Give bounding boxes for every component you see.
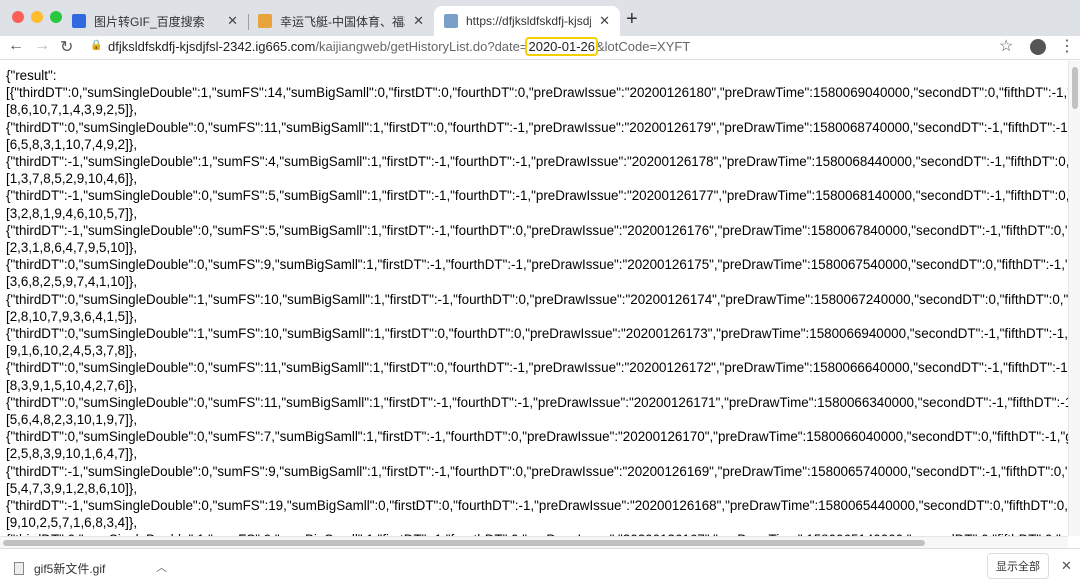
json-record-line: {"thirdDT":0,"sumSingleDouble":0,"sumFS"…: [6, 429, 1068, 445]
url-path: /kaijiangweb/getHistoryList.do?date=: [315, 39, 528, 54]
close-tab-icon[interactable]: ✕: [599, 13, 610, 29]
json-record-line: {"thirdDT":0,"sumSingleDouble":0,"sumFS"…: [6, 394, 1068, 410]
vertical-scrollbar[interactable]: [1068, 61, 1080, 536]
download-item[interactable]: gif5新文件.gif: [14, 560, 105, 577]
json-record-code: [5,6,4,8,2,3,10,1,9,7]},: [6, 412, 138, 428]
close-tab-icon[interactable]: ✕: [227, 13, 238, 29]
tab-title: https://dfjksldfskdfj-kjsdjfsl-23: [466, 14, 591, 28]
tab-title: 图片转GIF_百度搜索: [94, 14, 205, 29]
json-record-line: {"thirdDT":-1,"sumSingleDouble":0,"sumFS…: [6, 188, 1068, 204]
json-record-code: [1,3,7,8,5,2,9,10,4,6]},: [6, 171, 138, 187]
json-record-line: {"thirdDT":0,"sumSingleDouble":1,"sumFS"…: [6, 326, 1068, 342]
chevron-up-icon[interactable]: ︿: [156, 559, 167, 575]
json-record-code: [6,5,8,3,1,10,7,4,9,2]},: [6, 136, 138, 152]
tab-bar: 图片转GIF_百度搜索 ✕ 幸运飞艇-中国体育、福利彩票、 ✕ https://…: [0, 0, 1080, 36]
json-record-code: [3,6,8,2,5,9,7,4,1,10]},: [6, 274, 138, 290]
bookmark-star-icon[interactable]: ☆: [999, 36, 1013, 56]
json-record-code: [9,1,6,10,2,4,5,3,7,8]},: [6, 343, 138, 359]
json-record-line: {"thirdDT":0,"sumSingleDouble":0,"sumFS"…: [6, 257, 1068, 273]
json-record-line: {"thirdDT":0,"sumSingleDouble":1,"sumFS"…: [6, 291, 1068, 307]
back-arrow-icon[interactable]: ←: [8, 37, 24, 55]
page-icon: [444, 14, 458, 28]
json-record-code: [8,6,10,7,1,4,3,9,2,5]},: [6, 102, 138, 118]
horizontal-scroll-thumb[interactable]: [3, 540, 925, 546]
download-filename: gif5新文件.gif: [34, 562, 106, 576]
horizontal-scrollbar[interactable]: [0, 536, 1068, 548]
file-icon: [14, 562, 24, 575]
json-record-code: [2,3,1,8,6,4,7,9,5,10]},: [6, 240, 138, 256]
url-query: &lotCode=XYFT: [595, 39, 691, 54]
toolbar: ← → ↻ 🔒 dfjksldfskdfj-kjsdjfsl-2342.ig66…: [0, 36, 1080, 60]
maximize-window-button[interactable]: [50, 11, 62, 23]
json-record-line: [{"thirdDT":0,"sumSingleDouble":1,"sumFS…: [6, 85, 1068, 101]
json-record-code: [2,8,10,7,9,3,6,4,1,5]},: [6, 308, 138, 324]
json-record-code: [3,2,8,1,9,4,6,10,5,7]},: [6, 205, 138, 221]
show-all-button[interactable]: 显示全部: [987, 553, 1049, 579]
json-record-line: {"thirdDT":-1,"sumSingleDouble":0,"sumFS…: [6, 498, 1068, 514]
json-record-code: [2,5,8,3,9,10,1,6,4,7]},: [6, 446, 138, 462]
lock-icon: 🔒: [90, 40, 103, 51]
more-menu-icon[interactable]: ⋮: [1059, 36, 1075, 56]
json-record-line: {"thirdDT":-1,"sumSingleDouble":0,"sumFS…: [6, 463, 1068, 479]
json-head: {"result":: [6, 68, 57, 83]
vertical-scroll-thumb[interactable]: [1072, 67, 1078, 109]
url-date-highlight: 2020-01-26: [525, 37, 598, 56]
tab-history-list[interactable]: https://dfjksldfskdfj-kjsdjfsl-23 ✕: [434, 6, 620, 36]
address-bar[interactable]: dfjksldfskdfj-kjsdjfsl-2342.ig665.com/ka…: [108, 37, 691, 56]
json-record-line: {"thirdDT":-1,"sumSingleDouble":1,"sumFS…: [6, 154, 1068, 170]
json-record-code: [8,3,9,1,5,10,4,2,7,6]},: [6, 377, 138, 393]
baidu-paw-icon: [72, 14, 86, 28]
account-avatar-icon[interactable]: [1030, 39, 1046, 55]
close-tab-icon[interactable]: ✕: [413, 13, 424, 29]
url-host: dfjksldfskdfj-kjsdjfsl-2342.ig665.com: [108, 39, 316, 54]
json-content: {"result": [{"thirdDT":0,"sumSingleDoubl…: [0, 61, 1068, 536]
json-record-line: {"thirdDT":-1,"sumSingleDouble":0,"sumFS…: [6, 222, 1068, 238]
json-record-line: {"thirdDT":0,"sumSingleDouble":0,"sumFS"…: [6, 119, 1068, 135]
close-download-bar-icon[interactable]: ✕: [1061, 558, 1072, 574]
tab-lottery[interactable]: 幸运飞艇-中国体育、福利彩票、 ✕: [248, 6, 434, 36]
json-record-line: {"thirdDT":0,"sumSingleDouble":0,"sumFS"…: [6, 360, 1068, 376]
minimize-window-button[interactable]: [31, 11, 43, 23]
tab-title: 幸运飞艇-中国体育、福利彩票、: [280, 14, 405, 29]
download-bar: gif5新文件.gif ︿ 显示全部 ✕: [0, 548, 1080, 585]
reload-icon[interactable]: ↻: [60, 37, 73, 57]
forward-arrow-icon[interactable]: →: [34, 37, 50, 55]
close-window-button[interactable]: [12, 11, 24, 23]
lottery-logo-icon: [258, 14, 272, 28]
tab-baidu[interactable]: 图片转GIF_百度搜索 ✕: [62, 6, 248, 36]
json-record-code: [5,4,7,3,9,1,2,8,6,10]},: [6, 480, 138, 496]
json-record-code: [9,10,2,5,7,1,6,8,3,4]},: [6, 515, 138, 531]
new-tab-button[interactable]: +: [626, 8, 638, 31]
